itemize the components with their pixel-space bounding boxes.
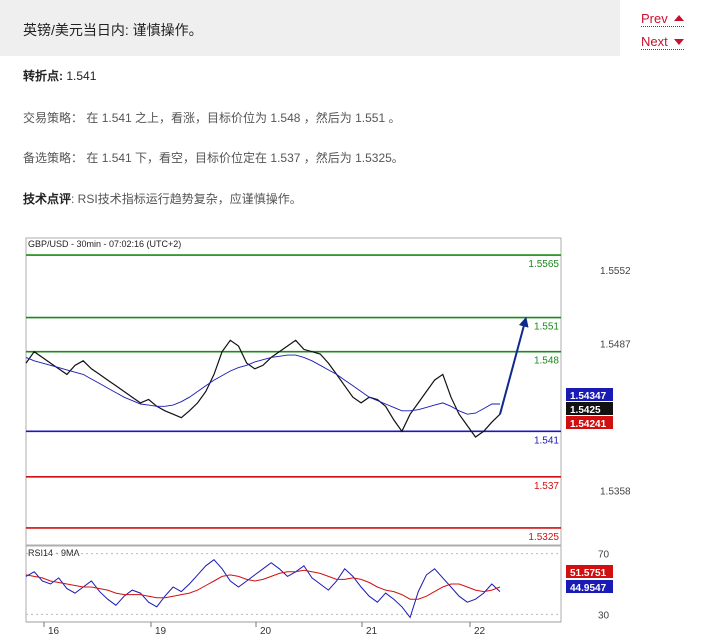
rsi-tag-label: 51.5751 — [570, 568, 607, 579]
x-tick-label: 21 — [366, 626, 378, 637]
arrow-down-icon — [673, 39, 684, 45]
price-chart-title: GBP/USD - 30min - 07:02:16 (UTC+2) — [28, 239, 181, 249]
rsi-tick-label: 30 — [598, 610, 610, 621]
pivot-label: 转折点: — [23, 69, 63, 83]
rsi-panel — [25, 545, 562, 623]
prev-link[interactable]: Prev — [641, 11, 684, 27]
tech-comment-label: 技术点评 — [23, 192, 72, 206]
x-ticks: 16 19 20 21 22 — [43, 622, 486, 637]
prev-label: Prev — [641, 11, 668, 26]
tech-comment-paragraph: 技术点评: RSI技术指标运行趋势复杂，应谨慎操作。 — [23, 190, 302, 207]
arrow-up-icon — [673, 15, 684, 21]
x-tick-label: 22 — [474, 626, 486, 637]
gbpusd-chart: GBP/USD - 30min - 07:02:16 (UTC+2) RSI14… — [25, 237, 631, 637]
level-label: 1.5325 — [528, 532, 559, 543]
price-tag-label: 1.5425 — [570, 405, 601, 416]
strategy-paragraph: 交易策略： 在 1.541 之上，看涨，目标价位为 1.548 ，然后为 1.5… — [23, 109, 400, 126]
y-tick-label: 1.5552 — [600, 266, 631, 277]
next-link[interactable]: Next — [641, 34, 684, 50]
alt-strategy-text: 在 1.541 下，看空，目标价位定在 1.537 ，然后为 1.5325。 — [86, 151, 404, 165]
level-label: 1.5565 — [528, 259, 559, 270]
header-bar: 英镑/美元当日内: 谨慎操作。 — [0, 0, 620, 56]
level-label: 1.551 — [534, 322, 559, 333]
next-label: Next — [641, 34, 668, 49]
rsi-tag-label: 44.9547 — [570, 583, 607, 594]
pivot-paragraph: 转折点: 1.541 — [23, 67, 96, 84]
page-title: 英镑/美元当日内: 谨慎操作。 — [23, 22, 203, 38]
rsi-chart-title: RSI14 - 9MA — [28, 548, 80, 558]
pivot-value: 1.541 — [66, 69, 97, 83]
y-tick-label: 1.5358 — [600, 486, 631, 497]
y-tick-label: 1.5487 — [600, 340, 631, 351]
strategy-label: 交易策略： — [23, 111, 84, 125]
strategy-text: 在 1.541 之上，看涨，目标价位为 1.548 ，然后为 1.551 。 — [86, 111, 401, 125]
x-tick-label: 19 — [155, 626, 167, 637]
level-label: 1.541 — [534, 435, 559, 446]
alt-strategy-label: 备选策略： — [23, 151, 84, 165]
tech-comment-text: : RSI技术指标运行趋势复杂，应谨慎操作。 — [71, 192, 302, 206]
price-tag-label: 1.54347 — [570, 391, 607, 402]
alt-strategy-paragraph: 备选策略： 在 1.541 下，看空，目标价位定在 1.537 ，然后为 1.5… — [23, 149, 404, 166]
level-label: 1.537 — [534, 481, 559, 492]
x-tick-label: 16 — [48, 626, 60, 637]
level-label: 1.548 — [534, 356, 559, 367]
x-tick-label: 20 — [260, 626, 272, 637]
rsi-tick-label: 70 — [598, 550, 610, 561]
price-panel — [25, 237, 562, 546]
price-tag-label: 1.54241 — [570, 419, 607, 430]
